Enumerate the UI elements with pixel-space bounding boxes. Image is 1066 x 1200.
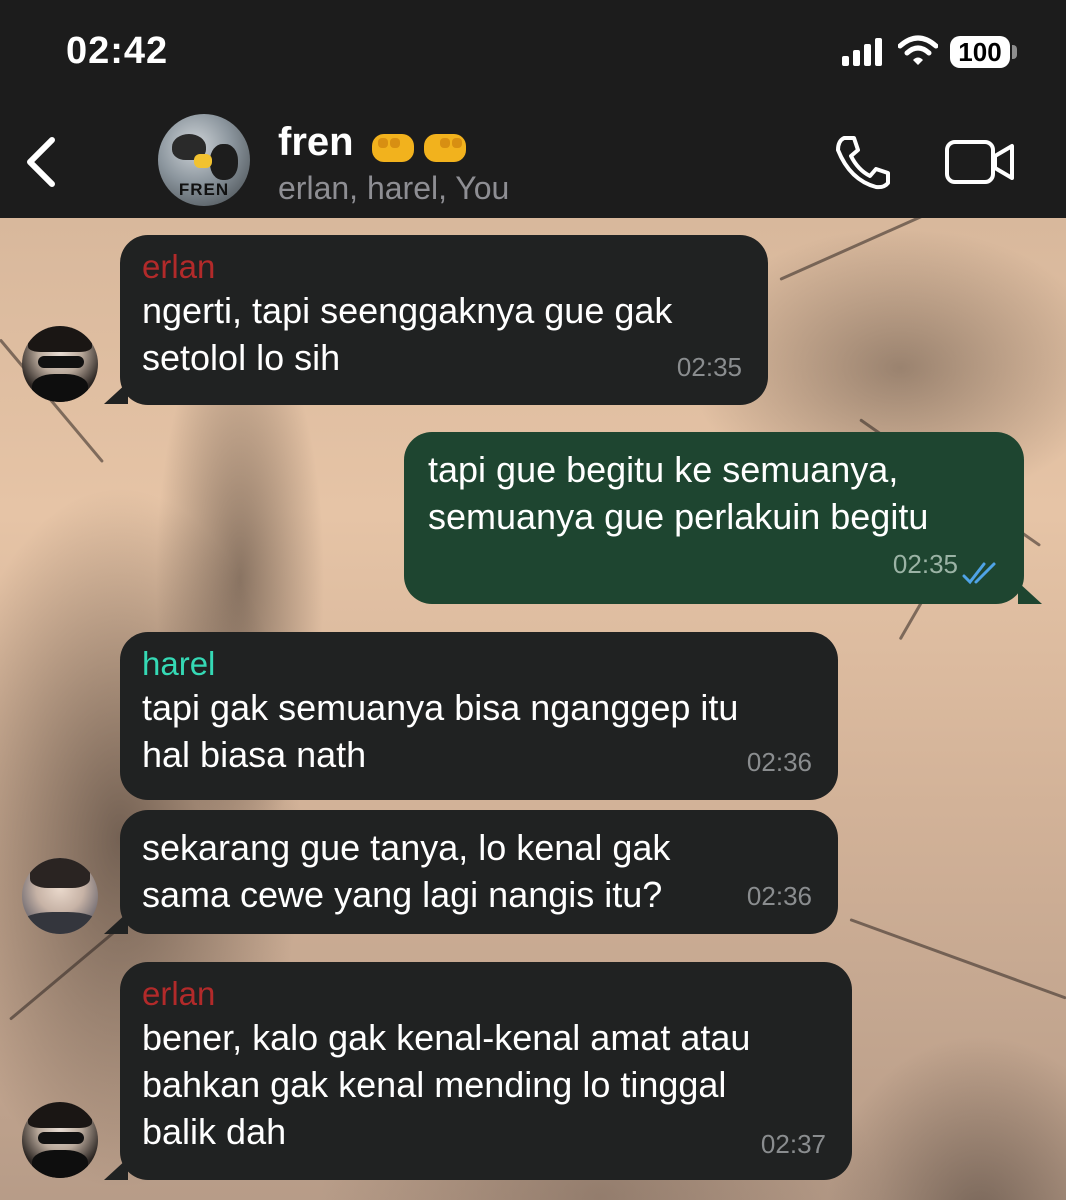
avatar-hood <box>22 912 98 934</box>
group-avatar[interactable]: FREN <box>158 114 250 206</box>
fist-bump-icon <box>372 134 466 162</box>
avatar-hair <box>28 326 92 352</box>
message-text: sekarang gue tanya, lo kenal gak sama ce… <box>142 827 671 915</box>
avatar-harel[interactable] <box>22 858 98 934</box>
bubble-tail <box>1018 582 1042 604</box>
chat-header: FREN fren erlan, harel, You <box>0 108 1066 218</box>
group-name[interactable]: fren <box>278 120 354 165</box>
message-bubble[interactable]: erlan ngerti, tapi seenggaknya gue gak s… <box>120 235 768 405</box>
message-time: 02:35 <box>676 352 742 382</box>
avatar-erlan[interactable] <box>22 1102 98 1178</box>
avatar-mask <box>32 374 88 402</box>
chat-screen: 02:42 100 FREN fren erlan, harel, You er… <box>0 0 1066 1200</box>
message-sender: erlan <box>142 975 216 1012</box>
message-time: 02:36 <box>746 881 812 911</box>
message-sender: harel <box>142 645 216 682</box>
message-text: tapi gak semuanya bisa nganggep itu hal … <box>142 687 739 775</box>
group-avatar-label: FREN <box>178 180 230 199</box>
battery-cap <box>1012 45 1017 59</box>
avatar-hair <box>30 858 90 888</box>
message-text: tapi gue begitu ke semuanya, semuanya gu… <box>428 449 929 537</box>
message-time: 02:35 <box>892 549 958 579</box>
avatar-fist <box>194 154 212 168</box>
avatar-mask <box>32 1150 88 1178</box>
wallpaper-branch <box>9 928 119 1021</box>
avatar-erlan[interactable] <box>22 326 98 402</box>
avatar-sunglasses <box>38 356 84 368</box>
wallpaper-branch <box>849 918 1066 1000</box>
video-call-icon[interactable] <box>944 138 1016 186</box>
signal-icon <box>842 38 882 66</box>
message-text: ngerti, tapi seenggaknya gue gak setolol… <box>142 290 673 378</box>
message-bubble[interactable]: sekarang gue tanya, lo kenal gak sama ce… <box>120 810 838 934</box>
wallpaper-branch <box>779 218 1037 281</box>
message-sender: erlan <box>142 248 216 285</box>
avatar-hair <box>28 1102 92 1128</box>
call-icon[interactable] <box>832 134 892 190</box>
message-time: 02:37 <box>760 1129 826 1159</box>
message-bubble[interactable]: erlan bener, kalo gak kenal-kenal amat a… <box>120 962 852 1180</box>
chat-background[interactable]: erlan ngerti, tapi seenggaknya gue gak s… <box>0 218 1066 1200</box>
avatar-cat <box>210 144 238 180</box>
group-members: erlan, harel, You <box>278 170 510 206</box>
wifi-icon <box>898 35 938 65</box>
status-bar: 02:42 100 <box>0 0 1066 108</box>
avatar-sunglasses <box>38 1132 84 1144</box>
read-receipt-icon <box>962 562 996 585</box>
message-bubble[interactable]: harel tapi gak semuanya bisa nganggep it… <box>120 632 838 800</box>
message-bubble-outgoing[interactable]: tapi gue begitu ke semuanya, semuanya gu… <box>404 432 1024 604</box>
status-time: 02:42 <box>66 30 169 72</box>
message-time: 02:36 <box>746 747 812 777</box>
battery-icon: 100 <box>950 36 1010 68</box>
message-text: bener, kalo gak kenal-kenal amat atau ba… <box>142 1017 751 1152</box>
back-icon[interactable] <box>22 136 62 188</box>
